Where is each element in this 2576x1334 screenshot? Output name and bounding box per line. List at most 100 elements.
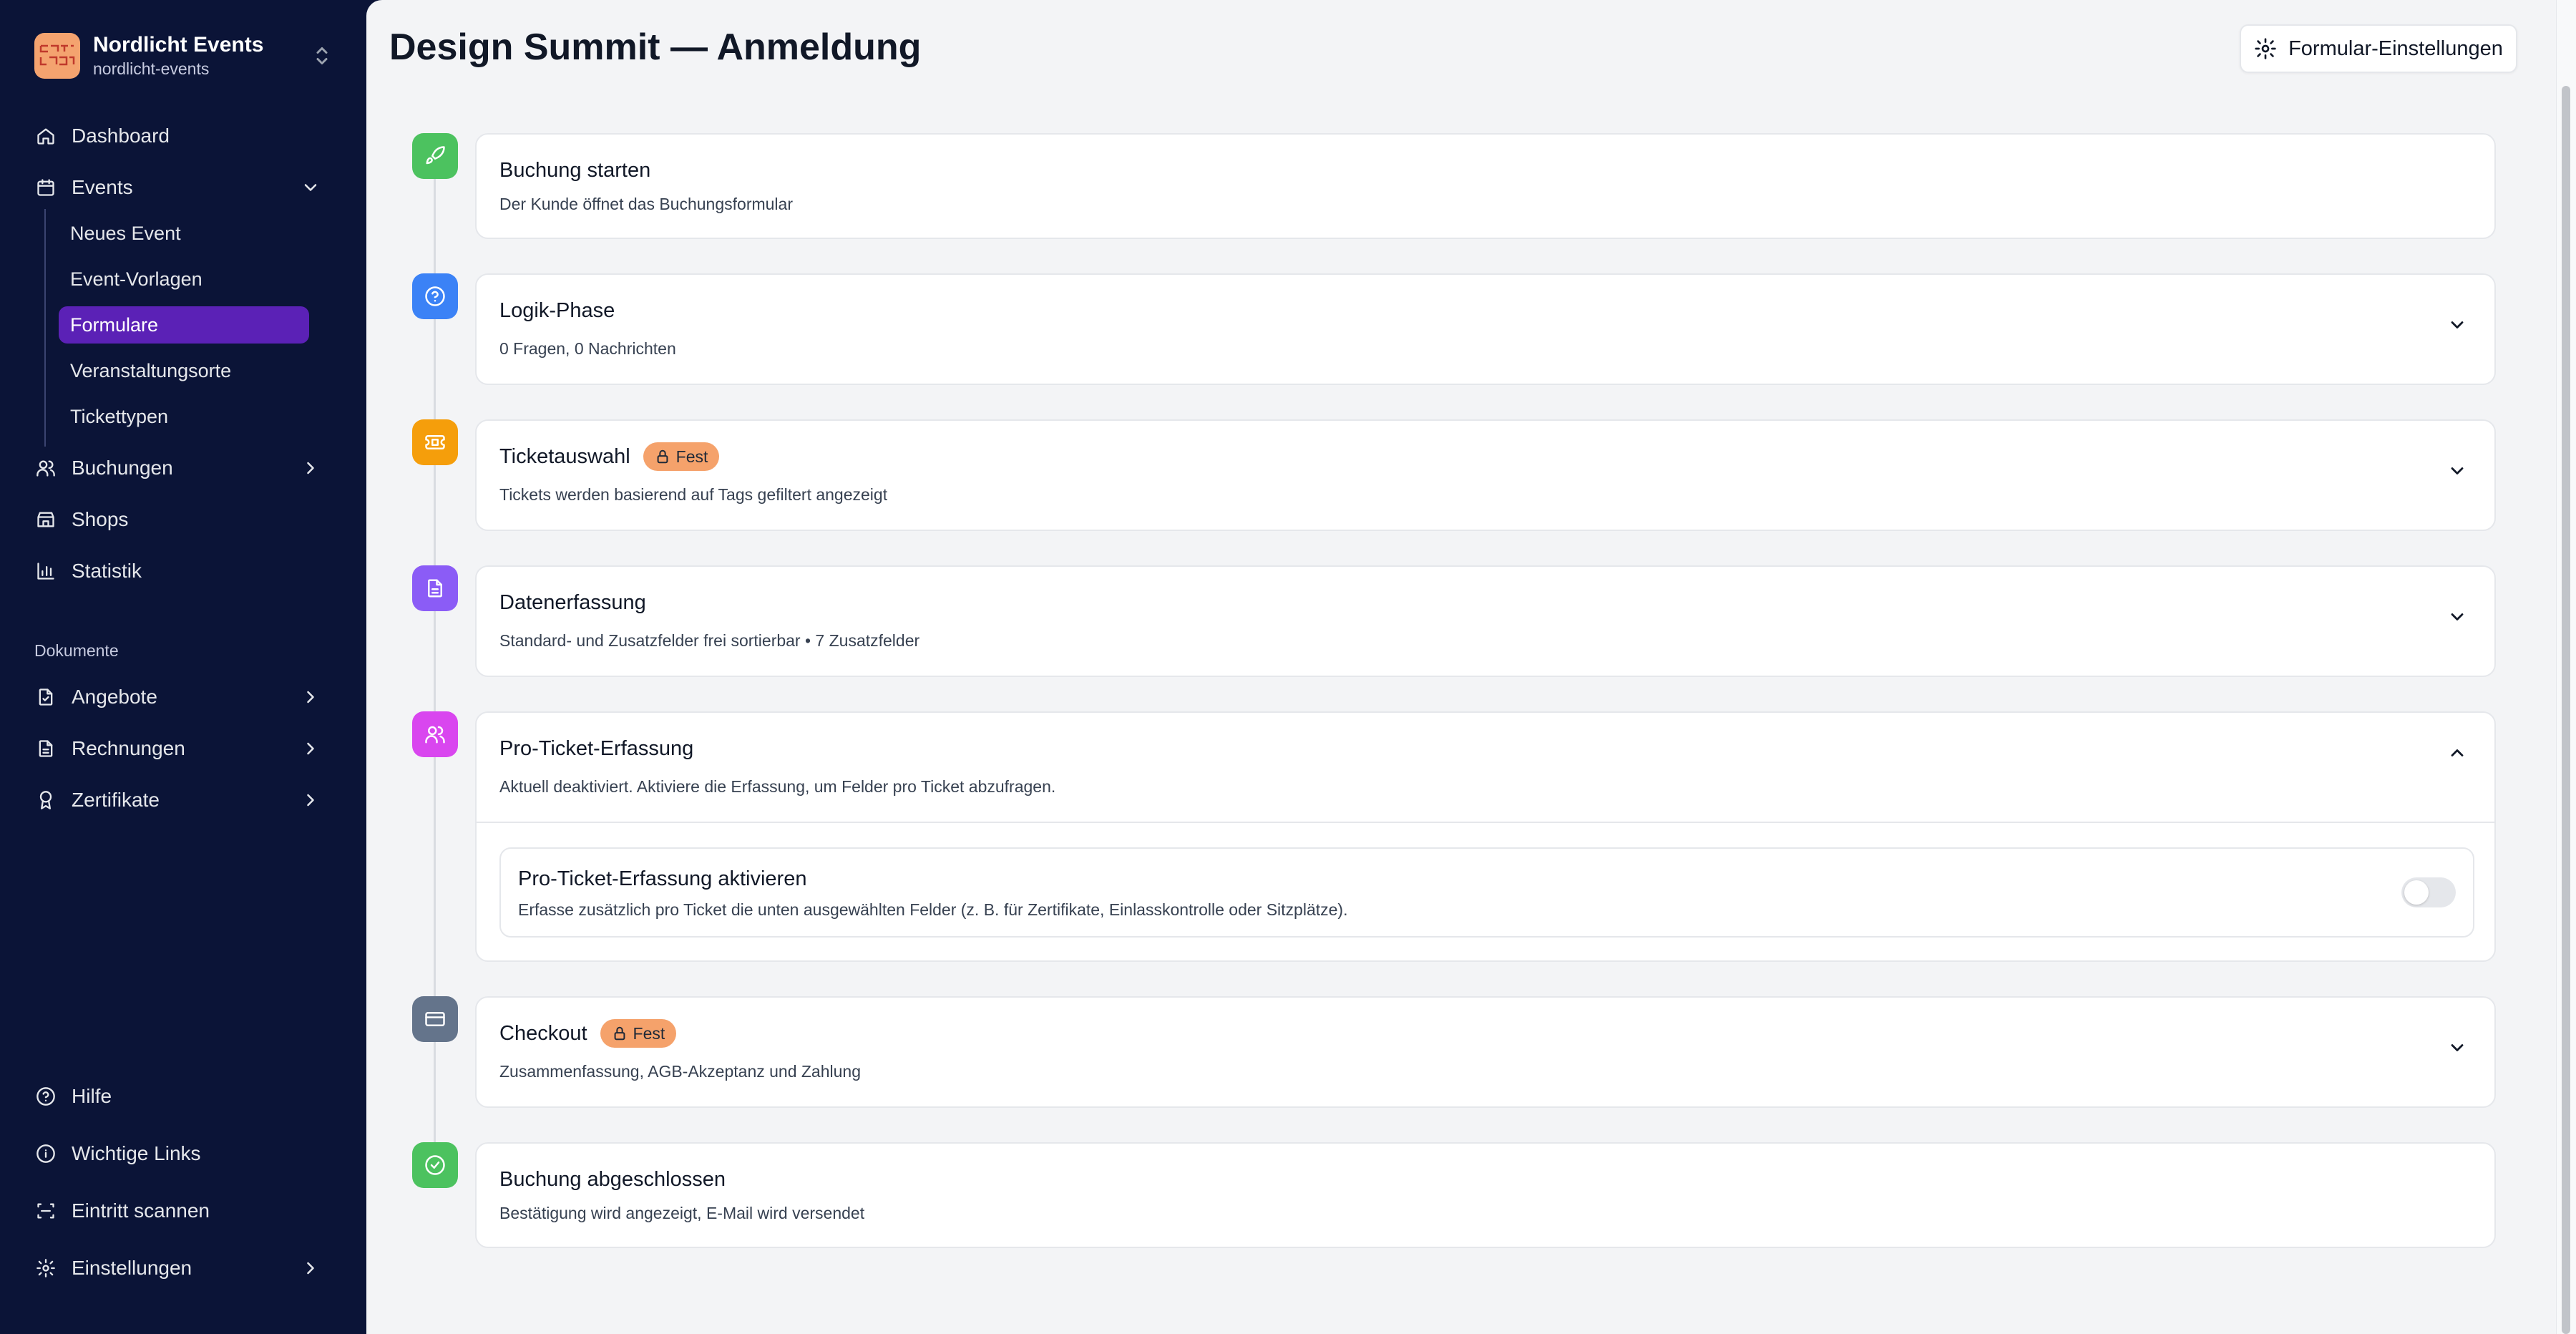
- sub-item-event-vorlagen[interactable]: Event-Vorlagen: [59, 261, 309, 298]
- chevron-up-down-icon[interactable]: [309, 43, 335, 69]
- nav-statistik[interactable]: Statistik: [34, 551, 335, 591]
- chevron-down-icon[interactable]: [301, 177, 321, 198]
- nav-wichtige-links[interactable]: Wichtige Links: [34, 1134, 335, 1174]
- step-title: Datenerfassung: [499, 591, 646, 614]
- chevron-down-icon[interactable]: [2447, 607, 2467, 627]
- chevron-right-icon[interactable]: [301, 1258, 321, 1278]
- step-subtitle: Aktuell deaktiviert. Aktiviere die Erfas…: [499, 777, 1056, 796]
- pro-ticket-toggle-row: Pro-Ticket-Erfassung aktivieren Erfasse …: [499, 847, 2474, 938]
- step-title: Ticketauswahl: [499, 444, 630, 468]
- award-icon: [34, 789, 57, 812]
- step-title: Pro-Ticket-Erfassung: [499, 737, 694, 760]
- gear-icon: [34, 1257, 57, 1280]
- nav-einstellungen[interactable]: Einstellungen: [34, 1248, 335, 1288]
- rocket-icon: [412, 133, 458, 179]
- step-card-buchung-abgeschlossen: Buchung abgeschlossen Bestätigung wird a…: [475, 1142, 2496, 1248]
- step-card-logik-phase[interactable]: Logik-Phase 0 Fragen, 0 Nachrichten: [475, 273, 2496, 385]
- fixed-badge: Fest: [600, 1019, 677, 1048]
- nav-dashboard-label: Dashboard: [72, 125, 170, 147]
- step-subtitle: 0 Fragen, 0 Nachrichten: [499, 339, 676, 358]
- step-card-ticketauswahl[interactable]: Ticketauswahl Fest Tickets werden basier…: [475, 419, 2496, 531]
- nav-einstellungen-label: Einstellungen: [72, 1257, 192, 1279]
- chevron-down-icon[interactable]: [2447, 315, 2467, 335]
- nav-events-label: Events: [72, 176, 133, 198]
- step-title-row: Ticketauswahl Fest: [499, 442, 720, 471]
- lock-icon: [614, 1026, 625, 1041]
- scrollbar-thumb[interactable]: [2562, 86, 2570, 1334]
- gear-icon: [2255, 38, 2276, 59]
- calendar-icon: [34, 176, 57, 199]
- nav-angebote[interactable]: Angebote: [34, 677, 335, 717]
- nav-zertifikate-label: Zertifikate: [72, 789, 160, 811]
- nav-rechnungen-label: Rechnungen: [72, 737, 185, 759]
- chevron-right-icon[interactable]: [301, 739, 321, 759]
- toggle-knob: [2404, 880, 2429, 905]
- card-icon: [412, 996, 458, 1042]
- section-dokumente: Dokumente: [34, 641, 119, 660]
- step-title: Buchung abgeschlossen: [499, 1168, 726, 1191]
- sub-item-tickettypen[interactable]: Tickettypen: [59, 398, 309, 435]
- home-icon: [34, 125, 57, 147]
- org-name: Nordlicht Events: [93, 33, 264, 57]
- step-title: Checkout: [499, 1021, 587, 1045]
- pro-ticket-toggle[interactable]: [2401, 877, 2456, 907]
- badge-label: Fest: [675, 447, 708, 466]
- nav-rechnungen[interactable]: Rechnungen: [34, 729, 335, 769]
- sub-item-veranstaltungsorte[interactable]: Veranstaltungsorte: [59, 352, 309, 389]
- bar-chart-icon: [34, 560, 57, 583]
- scan-icon: [34, 1199, 57, 1222]
- step-subtitle: Der Kunde öffnet das Buchungsformular: [499, 195, 793, 213]
- nav-events[interactable]: Events: [34, 167, 335, 208]
- step-card-pro-ticket-erfassung[interactable]: Pro-Ticket-Erfassung Aktuell deaktiviert…: [475, 711, 2496, 962]
- chevron-right-icon[interactable]: [301, 790, 321, 810]
- step-subtitle: Standard- und Zusatzfelder frei sortierb…: [499, 631, 920, 650]
- step-card-buchung-starten: Buchung starten Der Kunde öffnet das Buc…: [475, 133, 2496, 239]
- lock-icon: [657, 449, 668, 464]
- nav-zertifikate[interactable]: Zertifikate: [34, 780, 335, 820]
- org-logo: [34, 33, 80, 79]
- step-subtitle: Zusammenfassung, AGB-Akzeptanz und Zahlu…: [499, 1062, 862, 1081]
- submenu-line: [44, 209, 46, 447]
- nav-shops[interactable]: Shops: [34, 500, 335, 540]
- nav-buchungen-label: Buchungen: [72, 457, 173, 479]
- nav-buchungen[interactable]: Buchungen: [34, 448, 335, 488]
- nav-shops-label: Shops: [72, 508, 129, 530]
- toggle-title: Pro-Ticket-Erfassung aktivieren: [518, 867, 807, 890]
- step-card-checkout[interactable]: Checkout Fest Zusammenfassung, AGB-Akzep…: [475, 996, 2496, 1108]
- nav-dashboard[interactable]: Dashboard: [34, 116, 335, 156]
- form-settings-button[interactable]: Formular-Einstellungen: [2240, 24, 2517, 73]
- question-icon: [412, 273, 458, 319]
- chevron-down-icon[interactable]: [2447, 461, 2467, 481]
- step-title-row: Checkout Fest: [499, 1019, 677, 1048]
- document-icon: [412, 565, 458, 611]
- step-card-datenerfassung[interactable]: Datenerfassung Standard- und Zusatzfelde…: [475, 565, 2496, 677]
- chevron-right-icon[interactable]: [301, 458, 321, 478]
- info-icon: [34, 1142, 57, 1165]
- step-subtitle: Tickets werden basierend auf Tags gefilt…: [499, 485, 888, 504]
- step-title: Logik-Phase: [499, 299, 615, 322]
- org-switcher[interactable]: Nordlicht Events nordlicht-events: [34, 31, 335, 80]
- users-icon: [412, 711, 458, 757]
- nav-statistik-label: Statistik: [72, 560, 142, 582]
- badge-label: Fest: [633, 1023, 665, 1043]
- nav-eintritt-scannen[interactable]: Eintritt scannen: [34, 1191, 335, 1231]
- file-text-icon: [34, 737, 57, 760]
- nav-angebote-label: Angebote: [72, 686, 157, 708]
- page-title: Design Summit — Anmeldung: [389, 26, 922, 68]
- step-subtitle: Bestätigung wird angezeigt, E-Mail wird …: [499, 1204, 865, 1222]
- check-circle-icon: [412, 1142, 458, 1188]
- card-divider: [477, 822, 2494, 823]
- chevron-right-icon[interactable]: [301, 687, 321, 707]
- nav-hilfe[interactable]: Hilfe: [34, 1076, 335, 1116]
- form-settings-label: Formular-Einstellungen: [2288, 36, 2503, 60]
- nav-wichtige-links-label: Wichtige Links: [72, 1142, 201, 1164]
- store-icon: [34, 508, 57, 531]
- chevron-up-icon[interactable]: [2447, 743, 2467, 763]
- users-icon: [34, 457, 57, 479]
- file-check-icon: [34, 686, 57, 709]
- ticket-icon: [412, 419, 458, 465]
- sub-item-formulare[interactable]: Formulare: [59, 306, 309, 344]
- chevron-down-icon[interactable]: [2447, 1038, 2467, 1058]
- sub-item-neues-event[interactable]: Neues Event: [59, 215, 309, 252]
- nav-hilfe-label: Hilfe: [72, 1085, 112, 1107]
